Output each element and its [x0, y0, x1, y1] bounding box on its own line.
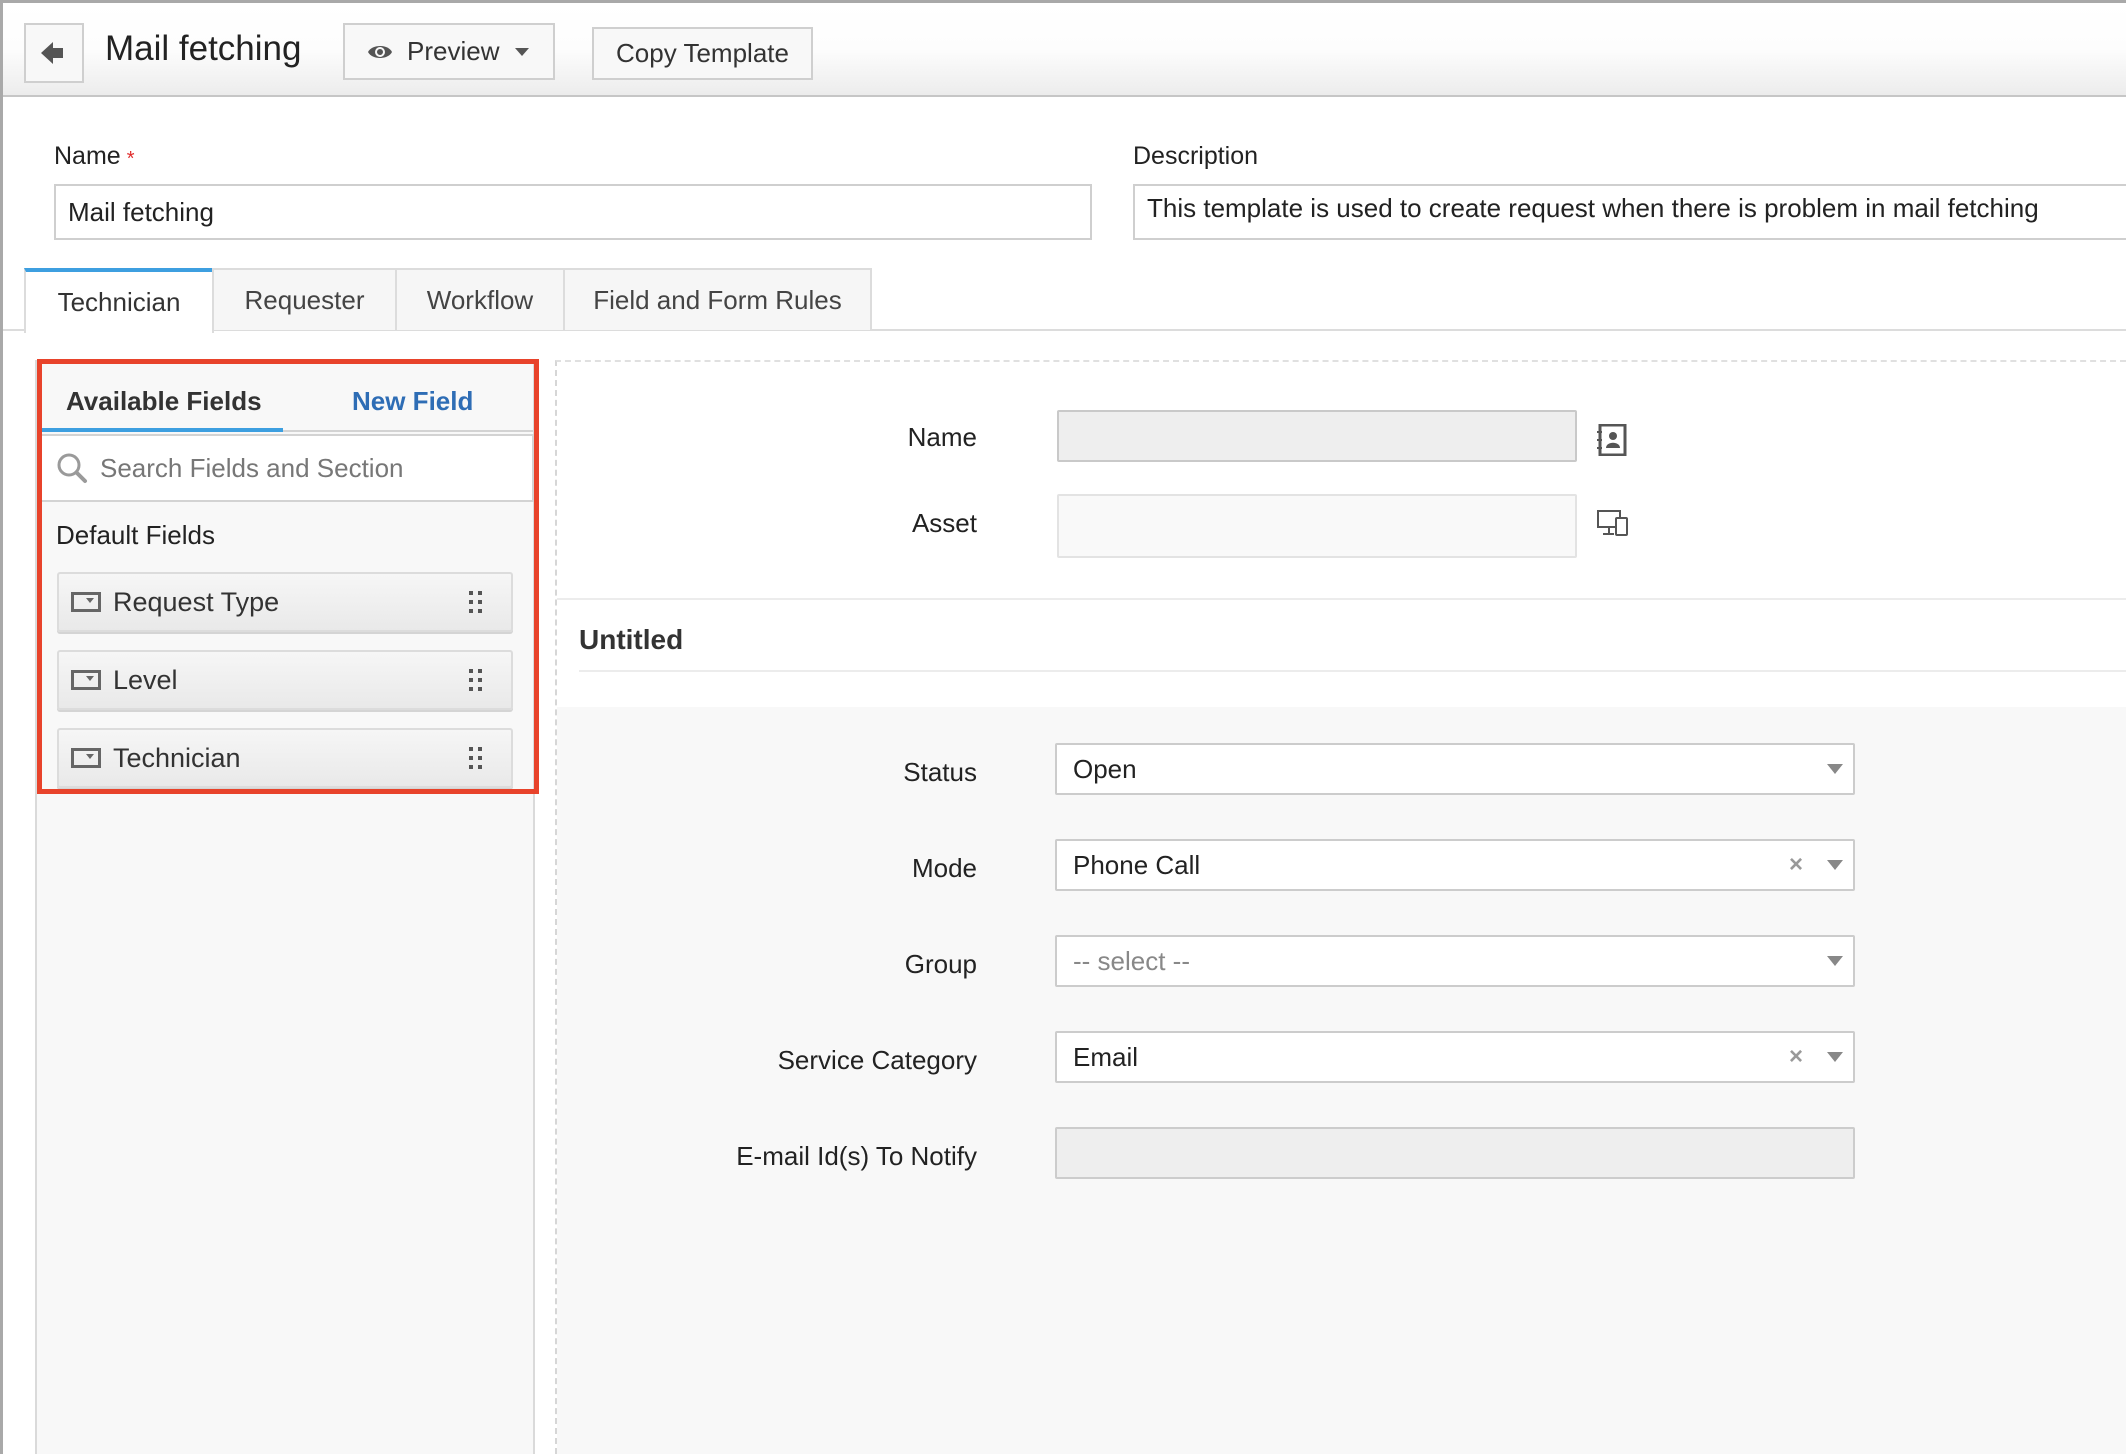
- field-item-label: Level: [113, 664, 178, 695]
- mode-value: Phone Call: [1073, 849, 1201, 880]
- divider: [579, 670, 2126, 672]
- section-body: Status Open Mode Phone Call × Group -- s…: [557, 707, 2126, 1454]
- tab-field-and-form-rules[interactable]: Field and Form Rules: [563, 268, 872, 330]
- field-item-request-type[interactable]: Request Type: [57, 572, 513, 632]
- tab-technician[interactable]: Technician: [24, 268, 214, 333]
- service-category-label: Service Category: [777, 1045, 977, 1075]
- required-star: *: [126, 148, 135, 170]
- tab-new-field[interactable]: New Field: [352, 386, 473, 417]
- search-placeholder: Search Fields and Section: [100, 452, 404, 483]
- email-notify-label: E-mail Id(s) To Notify: [736, 1141, 977, 1171]
- contact-book-icon[interactable]: [1597, 424, 1627, 456]
- service-category-select[interactable]: Email ×: [1055, 1031, 1855, 1083]
- active-tab-indicator: [37, 428, 283, 432]
- search-icon: [57, 453, 87, 483]
- asset-label: Asset: [911, 508, 977, 538]
- dropdown-field-icon: [71, 748, 101, 768]
- section-title[interactable]: Untitled: [579, 624, 683, 656]
- dropdown-field-icon: [71, 592, 101, 612]
- back-button[interactable]: [24, 23, 84, 83]
- drag-handle-icon[interactable]: [469, 747, 483, 769]
- group-select[interactable]: -- select --: [1055, 935, 1855, 987]
- template-name-input[interactable]: Mail fetching: [54, 184, 1092, 240]
- chevron-down-icon: [1827, 1052, 1843, 1062]
- field-item-level[interactable]: Level: [57, 650, 513, 710]
- caret-down-icon: [515, 47, 530, 56]
- clear-icon[interactable]: ×: [1789, 851, 1803, 879]
- devices-icon[interactable]: [1597, 510, 1629, 536]
- search-fields-input[interactable]: Search Fields and Section: [42, 434, 534, 502]
- divider: [557, 598, 2126, 600]
- clear-icon[interactable]: ×: [1789, 1043, 1803, 1071]
- drag-handle-icon[interactable]: [469, 669, 483, 691]
- panel-tabs: Available Fields New Field: [37, 372, 533, 432]
- group-placeholder: -- select --: [1073, 945, 1190, 976]
- top-bar: Mail fetching Preview Copy Template: [3, 3, 2126, 97]
- status-label: Status: [903, 757, 977, 787]
- field-item-technician[interactable]: Technician: [57, 728, 513, 788]
- requester-name-input[interactable]: [1057, 410, 1577, 462]
- field-item-label: Request Type: [113, 586, 280, 617]
- asset-input[interactable]: [1057, 494, 1577, 558]
- status-select[interactable]: Open: [1055, 743, 1855, 795]
- name-label: Name *: [54, 142, 134, 171]
- mode-select[interactable]: Phone Call ×: [1055, 839, 1855, 891]
- copy-template-button[interactable]: Copy Template: [592, 27, 813, 80]
- default-fields-heading: Default Fields: [56, 520, 215, 550]
- template-description-input[interactable]: This template is used to create request …: [1133, 184, 2126, 240]
- dropdown-field-icon: [71, 670, 101, 690]
- form-canvas: Name Asset Untitled Status Open Mode Pho…: [555, 360, 2126, 1454]
- chevron-down-icon: [1827, 956, 1843, 966]
- email-notify-input: [1055, 1127, 1855, 1179]
- description-label: Description: [1133, 142, 1259, 170]
- eye-icon: [368, 45, 392, 58]
- mode-label: Mode: [911, 853, 977, 883]
- requester-name-label: Name: [907, 422, 977, 452]
- chevron-down-icon: [1827, 764, 1843, 774]
- tab-available-fields[interactable]: Available Fields: [66, 386, 262, 417]
- name-label-text: Name: [54, 142, 121, 170]
- service-category-value: Email: [1073, 1041, 1139, 1072]
- preview-label: Preview: [407, 36, 500, 66]
- preview-button[interactable]: Preview: [343, 23, 555, 80]
- tab-requester[interactable]: Requester: [212, 268, 397, 330]
- tab-workflow[interactable]: Workflow: [395, 268, 565, 330]
- drag-handle-icon[interactable]: [469, 591, 483, 613]
- status-value: Open: [1073, 753, 1137, 784]
- field-item-label: Technician: [113, 742, 241, 773]
- arrow-left-icon: [41, 42, 63, 64]
- page-title: Mail fetching: [105, 29, 302, 68]
- chevron-down-icon: [1827, 860, 1843, 870]
- available-fields-panel: Available Fields New Field Search Fields…: [35, 360, 535, 1454]
- group-label: Group: [904, 949, 977, 979]
